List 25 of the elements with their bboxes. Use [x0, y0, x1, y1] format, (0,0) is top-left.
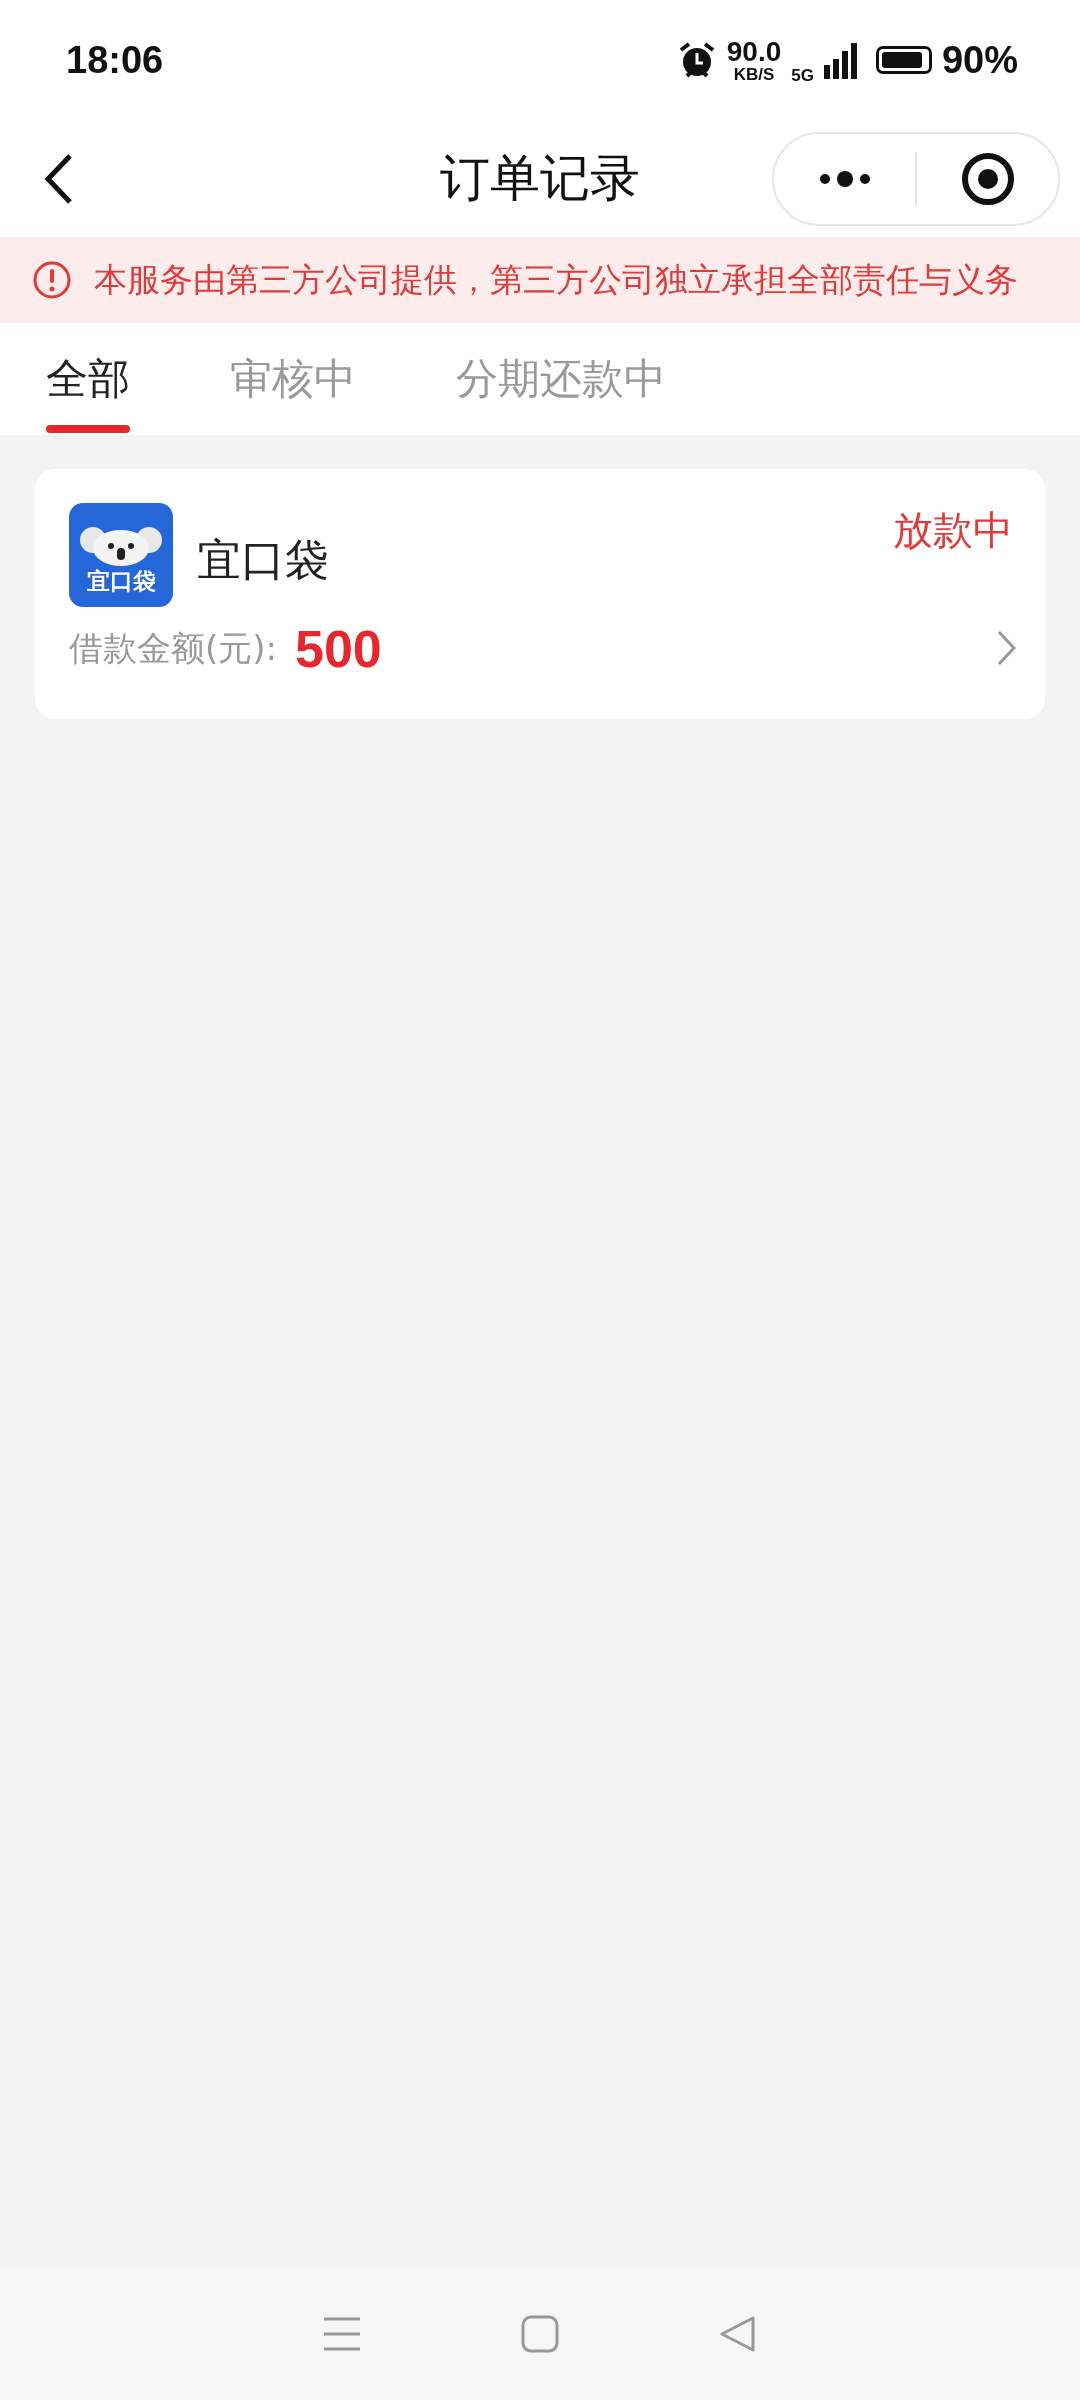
back-nav-button[interactable]	[719, 2315, 757, 2353]
menu-icon	[323, 2315, 361, 2353]
status-time: 18:06	[66, 38, 165, 82]
amount-label: 借款金额(元):	[69, 627, 277, 670]
network-speed: 90.0	[726, 37, 782, 66]
target-icon	[960, 151, 1015, 206]
square-icon	[521, 2315, 559, 2353]
warning-icon	[32, 260, 72, 300]
tab[interactable]: 全部	[46, 323, 130, 435]
network-type: 5G	[791, 66, 814, 86]
order-status: 放款中	[893, 506, 1013, 555]
home-button[interactable]	[521, 2315, 559, 2353]
battery-icon	[875, 46, 932, 74]
logo-text: 宜口袋	[86, 567, 156, 596]
loan-amount: 500	[295, 619, 382, 679]
signal-icon	[823, 41, 858, 79]
tab[interactable]: 分期还款中	[456, 323, 666, 435]
page-title: 订单记录	[440, 149, 640, 207]
menu-button[interactable]	[323, 2315, 361, 2353]
triangle-icon	[719, 2315, 757, 2353]
speed-unit: KB/S	[733, 65, 775, 83]
battery-percent: 90%	[941, 38, 1018, 82]
app-name: 宜口袋	[197, 533, 329, 587]
tab[interactable]: 审核中	[230, 323, 356, 435]
notice-text: 本服务由第三方公司提供，第三方公司独立承担全部责任与义务	[94, 258, 1018, 301]
